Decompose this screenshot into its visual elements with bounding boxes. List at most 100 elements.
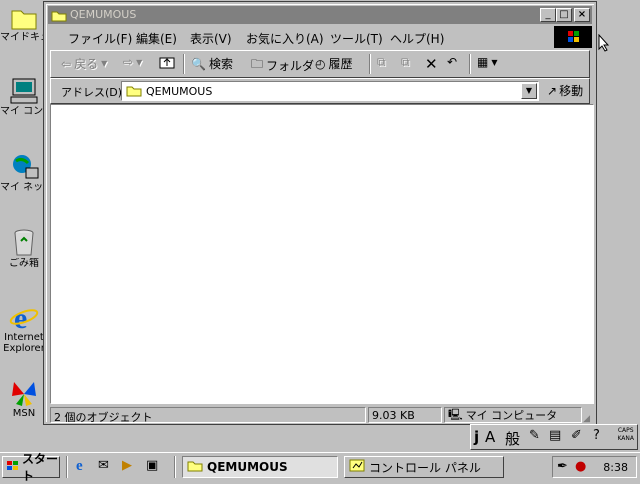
ime-mode-button[interactable]: A (485, 428, 495, 446)
chevron-down-icon: ▼ (525, 86, 533, 95)
quicklaunch-media-player-icon[interactable]: ▶ (122, 458, 140, 476)
standard-toolbar: ⇦ 戻る ▼ ⇨ ▼ 🔍 検索 🗀 フォルダ ◴ 履歴 ⧉ ⧉ ✕ ↶ ▦ ▼ (50, 50, 590, 78)
toolbar-separator (469, 54, 471, 74)
msn-icon (8, 378, 40, 408)
forward-arrow-icon: ⇨ (123, 55, 134, 69)
desktop-icon-my-documents[interactable]: マイドキュメント (0, 2, 48, 44)
desktop-icon-label: ごみ箱 (9, 258, 39, 269)
menu-bar: ファイル(F) 編集(E) 表示(V) お気に入り(A) ツール(T) ヘルプ(… (50, 26, 554, 48)
resize-grip[interactable]: ◢ (583, 414, 590, 424)
control-panel-icon (349, 459, 365, 475)
clock[interactable]: 8:38 (603, 461, 628, 474)
quicklaunch-separator (66, 456, 68, 478)
back-button[interactable]: ⇦ 戻る ▼ (61, 55, 107, 72)
menu-help[interactable]: ヘルプ(H) (390, 30, 444, 47)
folder-icon (187, 459, 203, 475)
close-icon: × (577, 9, 587, 20)
ime-property-icon[interactable]: ✐ (571, 428, 582, 443)
ime-handle[interactable]: j (474, 428, 479, 446)
status-size: 9.03 KB (368, 407, 442, 423)
up-folder-icon (159, 55, 175, 72)
start-button[interactable]: スタート (2, 452, 60, 483)
undo-icon: ↶ (447, 55, 458, 69)
copy-to-button[interactable]: ⧉ (401, 55, 410, 70)
chevron-down-icon: ▼ (491, 57, 498, 67)
explorer-window: QEMUMOUS _ □ × ファイル(F) 編集(E) 表示(V) お気に入り… (43, 1, 597, 425)
task-label: QEMUMOUS (207, 460, 288, 474)
menu-edit[interactable]: 編集(E) (136, 30, 177, 47)
ime-conversion-button[interactable]: 般 (505, 428, 520, 449)
desktop-icon-label: MSN (12, 408, 36, 419)
task-label: コントロール パネル (369, 460, 481, 475)
window-title: QEMUMOUS (70, 8, 137, 21)
views-button[interactable]: ▦ ▼ (477, 55, 498, 69)
folder-icon (51, 9, 67, 25)
status-object-count: 2 個のオブジェクト (50, 407, 366, 423)
task-button-control-panel[interactable]: コントロール パネル (344, 456, 504, 478)
quicklaunch-outlook-icon[interactable]: ✉ (98, 458, 116, 476)
pen-icon[interactable]: ✒ (557, 459, 568, 474)
my-computer-icon: 🖳 (448, 407, 463, 421)
menu-file[interactable]: ファイル(F) (68, 30, 132, 47)
volume-icon[interactable]: ● (575, 459, 586, 474)
search-button[interactable]: 🔍 検索 (191, 55, 233, 72)
desktop-icon-internet-explorer[interactable]: e Internet Explorer (0, 302, 48, 354)
forward-button[interactable]: ⇨ ▼ (123, 55, 142, 69)
menu-view[interactable]: 表示(V) (190, 30, 232, 47)
go-button[interactable]: ↗ 移動 (547, 82, 583, 99)
up-folder-button[interactable] (159, 55, 175, 72)
address-dropdown-button[interactable]: ▼ (521, 83, 537, 99)
file-list-area[interactable] (50, 104, 594, 404)
desktop-icon-msn[interactable]: MSN (0, 378, 48, 420)
windows-flag-icon (6, 460, 20, 475)
move-to-icon: ⧉ (377, 55, 386, 69)
desktop-icon-label: マイ コンピュータ (0, 106, 48, 117)
chevron-down-icon: ▼ (101, 59, 108, 68)
minimize-button[interactable]: _ (540, 8, 556, 22)
chevron-down-icon: ▼ (136, 57, 143, 67)
views-icon: ▦ (477, 55, 489, 69)
desktop-icon-label: マイ ネットワーク (0, 182, 48, 193)
go-label: 移動 (559, 84, 584, 98)
desktop-icon-recycle-bin[interactable]: ごみ箱 (0, 228, 48, 270)
status-zone: 🖳 マイ コンピュータ (444, 407, 582, 423)
delete-button[interactable]: ✕ (425, 55, 438, 73)
close-button[interactable]: × (574, 8, 590, 22)
caps-label: CAPS (617, 427, 634, 434)
ime-pad-icon[interactable]: ✎ (529, 428, 540, 443)
ime-dictionary-icon[interactable]: ▤ (549, 428, 561, 443)
toolbar-separator (183, 54, 185, 74)
quicklaunch-ie-icon[interactable]: e (76, 458, 94, 476)
menu-tools[interactable]: ツール(T) (330, 30, 383, 47)
maximize-button[interactable]: □ (556, 8, 572, 22)
desktop-icon-my-computer[interactable]: マイ コンピュータ (0, 76, 48, 118)
desktop-icon-label: Internet Explorer (3, 332, 45, 354)
svg-text:e: e (14, 302, 27, 332)
undo-button[interactable]: ↶ (447, 55, 457, 69)
folders-button[interactable]: 🗀 フォルダ (251, 55, 314, 76)
history-button[interactable]: ◴ 履歴 (315, 55, 353, 72)
quicklaunch-show-desktop-icon[interactable]: ▣ (146, 458, 164, 476)
address-input[interactable]: QEMUMOUS ▼ (121, 81, 539, 101)
toolbar-separator (369, 54, 371, 74)
desktop-icon-label: マイドキュメント (0, 32, 48, 43)
folders-label: フォルダ (266, 59, 315, 73)
menu-favorites[interactable]: お気に入り(A) (246, 30, 324, 47)
system-tray: ✒ ● 8:38 (552, 456, 637, 478)
folder-icon (126, 84, 142, 100)
ime-help-icon[interactable]: ? (593, 428, 600, 443)
taskbar: スタート e ✉ ▶ ▣ QEMUMOUS コントロール パネル ✒ ● 8:3… (0, 452, 640, 483)
search-label: 検索 (208, 57, 233, 71)
network-icon (8, 152, 40, 182)
search-icon: 🔍 (191, 56, 206, 71)
back-label: 戻る (74, 57, 99, 71)
task-button-qemumous[interactable]: QEMUMOUS (182, 456, 338, 478)
windows-logo-throbber (554, 26, 592, 48)
go-arrow-icon: ↗ (547, 83, 558, 98)
address-bar: アドレス(D) QEMUMOUS ▼ ↗ 移動 (50, 78, 590, 104)
history-label: 履歴 (328, 57, 353, 71)
copy-to-icon: ⧉ (401, 55, 410, 69)
title-bar[interactable]: QEMUMOUS _ □ × (48, 6, 592, 24)
move-to-button[interactable]: ⧉ (377, 55, 386, 70)
desktop-icon-network[interactable]: マイ ネットワーク (0, 152, 48, 194)
